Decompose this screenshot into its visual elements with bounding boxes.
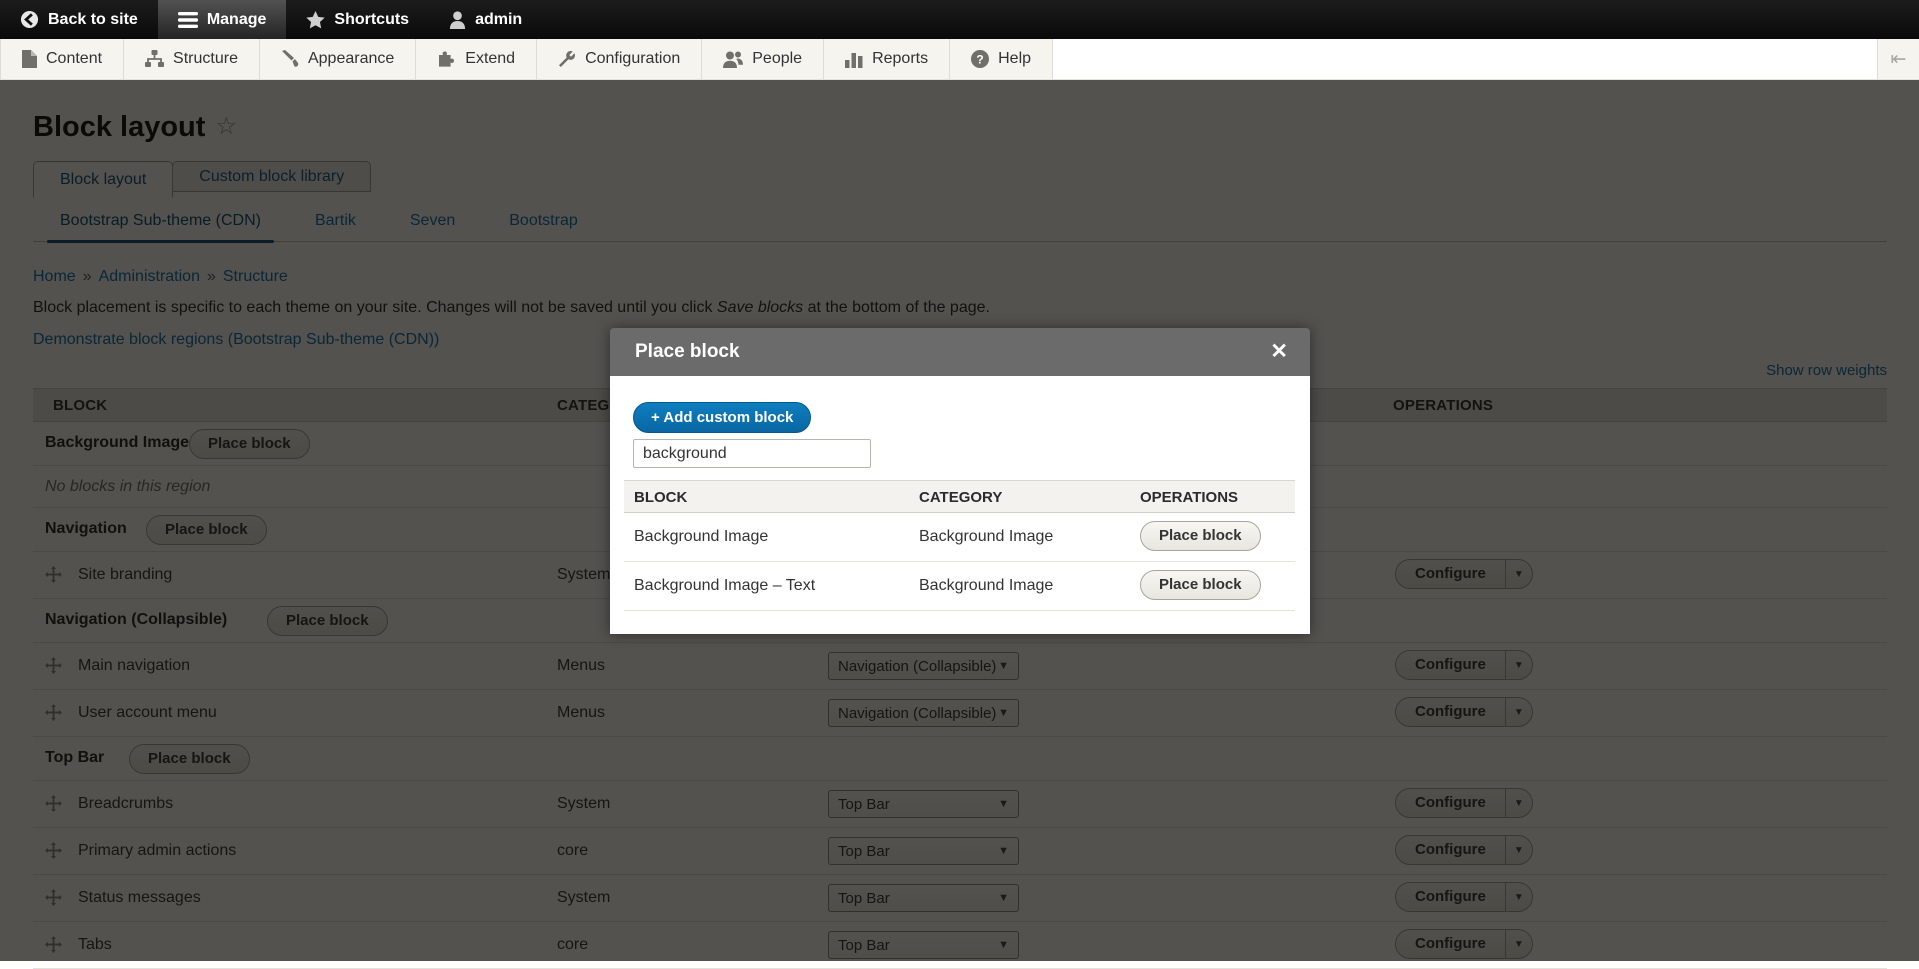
- modal-block-row-background-image: Background Image Background Image Place …: [624, 513, 1295, 562]
- tray-item-extend[interactable]: Extend: [416, 39, 537, 79]
- tray-item-appearance[interactable]: Appearance: [260, 39, 416, 79]
- block-name: Background Image – Text: [634, 577, 815, 595]
- puzzle-icon: [437, 50, 456, 68]
- hamburger-icon: [178, 12, 198, 28]
- tray-item-content[interactable]: Content: [0, 39, 124, 79]
- place-block-dialog: Place block ✕ + Add custom block BLOCK C…: [610, 328, 1310, 634]
- admin-toolbar-tray: Content Structure Appearance Extend Conf…: [0, 39, 1919, 80]
- tray-item-label: Appearance: [308, 50, 394, 68]
- block-category: Background Image: [919, 528, 1053, 546]
- admin-user-button[interactable]: admin: [429, 0, 542, 39]
- tray-item-label: Reports: [872, 50, 928, 68]
- tray-item-label: People: [752, 50, 802, 68]
- tray-item-label: Content: [46, 50, 102, 68]
- column-header-category: CATEGORY: [919, 489, 1002, 506]
- back-to-site-label: Back to site: [48, 11, 138, 29]
- help-icon: ?: [971, 50, 989, 68]
- tray-orientation-toggle-icon[interactable]: ⇤: [1877, 39, 1919, 79]
- dialog-title: Place block: [635, 341, 1270, 363]
- block-filter-input[interactable]: [633, 439, 871, 468]
- tray-item-help[interactable]: ? Help: [950, 39, 1053, 79]
- wrench-icon: [558, 50, 576, 68]
- place-block-button[interactable]: Place block: [1140, 570, 1261, 600]
- toggle-glyph: ⇤: [1891, 48, 1907, 71]
- place-block-button[interactable]: Place block: [1140, 521, 1261, 551]
- tray-item-label: Structure: [173, 50, 238, 68]
- dialog-body: + Add custom block BLOCK CATEGORY OPERAT…: [610, 376, 1310, 634]
- tray-spacer: [1053, 39, 1877, 79]
- svg-text:?: ?: [976, 52, 983, 66]
- back-circle-icon: [20, 10, 39, 29]
- tray-item-label: Extend: [465, 50, 515, 68]
- modal-table-header: BLOCK CATEGORY OPERATIONS: [624, 480, 1295, 513]
- tray-item-people[interactable]: People: [702, 39, 824, 79]
- manage-menu-button[interactable]: Manage: [158, 0, 287, 39]
- shortcuts-label: Shortcuts: [334, 11, 409, 29]
- people-icon: [723, 50, 743, 68]
- star-icon: [306, 11, 325, 29]
- tray-item-reports[interactable]: Reports: [824, 39, 950, 79]
- dialog-titlebar[interactable]: Place block ✕: [610, 328, 1310, 376]
- user-icon: [449, 11, 466, 29]
- tray-item-label: Help: [998, 50, 1031, 68]
- add-custom-block-button[interactable]: + Add custom block: [633, 402, 811, 433]
- admin-user-label: admin: [475, 11, 522, 29]
- document-icon: [22, 50, 37, 68]
- modal-block-table: BLOCK CATEGORY OPERATIONS Background Ima…: [624, 480, 1295, 611]
- tray-item-configuration[interactable]: Configuration: [537, 39, 702, 79]
- tray-item-label: Configuration: [585, 50, 680, 68]
- column-header-operations: OPERATIONS: [1140, 489, 1238, 506]
- back-to-site-button[interactable]: Back to site: [0, 0, 158, 39]
- manage-label: Manage: [207, 11, 267, 29]
- shortcuts-button[interactable]: Shortcuts: [286, 0, 429, 39]
- block-category: Background Image: [919, 577, 1053, 595]
- column-header-block: BLOCK: [634, 489, 687, 506]
- admin-toolbar: Back to site Manage Shortcuts admin: [0, 0, 1919, 39]
- block-name: Background Image: [634, 528, 768, 546]
- modal-block-row-background-image-text: Background Image – Text Background Image…: [624, 562, 1295, 611]
- close-icon[interactable]: ✕: [1270, 342, 1288, 362]
- bar-chart-icon: [845, 50, 863, 68]
- paintbrush-icon: [281, 50, 299, 68]
- tray-item-structure[interactable]: Structure: [124, 39, 260, 79]
- sitemap-icon: [145, 50, 164, 68]
